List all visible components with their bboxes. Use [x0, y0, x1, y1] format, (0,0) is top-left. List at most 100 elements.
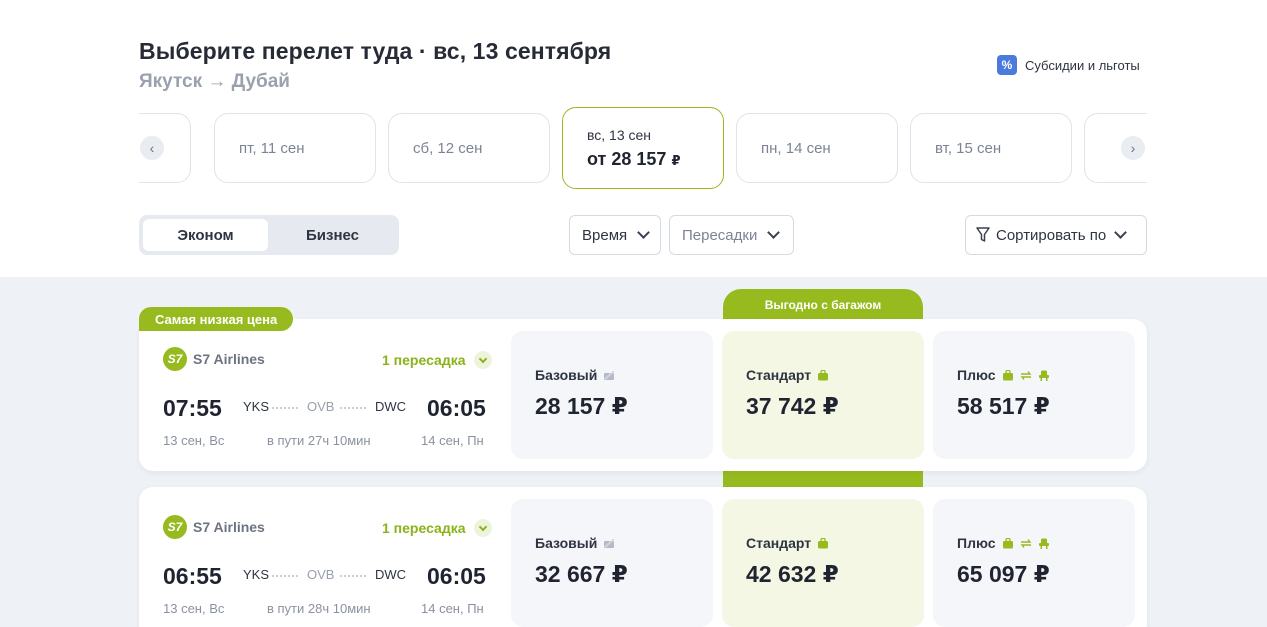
date-card[interactable]: вт, 15 сен [910, 113, 1072, 183]
fare-name-text: Базовый [535, 367, 598, 383]
route-from: Якутск [139, 71, 203, 92]
seat-icon [1038, 538, 1049, 549]
subsidy-label: Субсидии и льготы [1025, 57, 1140, 73]
route: Якутск → Дубай [139, 71, 290, 93]
percent-icon: % [997, 55, 1017, 75]
date-label: вс, 13 сен [587, 126, 652, 143]
page-title: Выберите перелет туда · вс, 13 сентября [139, 38, 612, 64]
date-card[interactable]: сб, 12 сен [388, 113, 550, 183]
flight-card[interactable]: S7 S7 Airlines 1 пересадка 07:55 YKS OVB… [139, 319, 1147, 471]
route-to: Дубай [231, 71, 290, 92]
exchange-icon [1020, 538, 1031, 548]
duration: в пути 28ч 10мин [267, 601, 371, 616]
date-label: сб, 12 сен [413, 139, 483, 157]
destination-code: DWC [375, 399, 407, 414]
price-prefix: от [587, 148, 607, 169]
seat-icon [1038, 370, 1049, 381]
s7-logo-icon: S7 [163, 347, 187, 371]
lowest-price-badge: Самая низкая цена [139, 307, 294, 331]
airline: S7 S7 Airlines [163, 515, 265, 539]
fare-name-text: Стандарт [746, 367, 812, 383]
time-filter[interactable]: Время [569, 215, 661, 255]
price-value: 28 157 [611, 148, 667, 169]
stops-toggle[interactable]: 1 пересадка [382, 519, 492, 537]
date-label: вт, 15 сен [935, 139, 1002, 157]
fare-name-text: Базовый [535, 535, 598, 551]
fare-name-text: Плюс [957, 535, 996, 551]
fare-basic[interactable]: Базовый 28 157 ₽ [511, 331, 713, 459]
fare-price: 28 157 ₽ [535, 393, 628, 419]
fare-basic[interactable]: Базовый 32 667 ₽ [511, 499, 713, 627]
subsidy-link[interactable]: % Субсидии и льготы [997, 55, 1140, 75]
top-panel: Выберите перелет туда · вс, 13 сентября … [0, 0, 1267, 277]
route-dots [272, 575, 298, 577]
baggage-icon [1002, 369, 1013, 380]
flight-card[interactable]: S7 S7 Airlines 1 пересадка 06:55 YKS OVB… [139, 487, 1147, 627]
via-code: OVB [307, 399, 335, 414]
arrival-date: 14 сен, Пн [421, 601, 484, 616]
transfers-filter[interactable]: Пересадки [669, 215, 794, 255]
chevron-down-icon [473, 351, 492, 369]
baggage-icon [818, 369, 829, 380]
fare-plus[interactable]: Плюс 58 517 ₽ [933, 331, 1135, 459]
date-card[interactable]: пн, 14 сен [736, 113, 898, 183]
chevron-down-icon [473, 519, 492, 537]
airline-name: S7 Airlines [193, 351, 265, 367]
departure-date: 13 сен, Вс [163, 601, 225, 616]
airline-name: S7 Airlines [193, 519, 265, 535]
sort-dropdown[interactable]: Сортировать по [965, 215, 1147, 255]
fare-name: Базовый [535, 535, 713, 551]
arrival-date: 14 сен, Пн [421, 433, 484, 448]
filter-icon [976, 227, 990, 242]
date-carousel: ‹ пт, 11 сен сб, 12 сен вс, 13 сен от 28… [139, 107, 1147, 189]
no-baggage-icon [603, 369, 616, 381]
currency: ₽ [671, 152, 681, 168]
date-card-selected[interactable]: вс, 13 сен от 28 157 ₽ [562, 107, 724, 189]
date-label: пн, 14 сен [761, 139, 831, 157]
stops-label: 1 пересадка [382, 352, 466, 368]
stops-toggle[interactable]: 1 пересадка [382, 351, 492, 369]
departure-time: 06:55 [163, 563, 222, 589]
fare-name-text: Плюс [957, 367, 996, 383]
fare-name: Плюс [957, 535, 1135, 551]
fare-standard[interactable]: Стандарт 37 742 ₽ [722, 331, 924, 459]
baggage-icon [1002, 537, 1013, 548]
transfers-filter-label: Пересадки [682, 226, 758, 244]
fare-name: Базовый [535, 367, 713, 383]
departure-time: 07:55 [163, 395, 222, 421]
origin-code: YKS [243, 567, 270, 582]
fare-name: Стандарт [746, 535, 924, 551]
chevron-right-icon[interactable]: › [1121, 136, 1145, 160]
chevron-down-icon [767, 226, 781, 239]
exchange-icon [1020, 370, 1031, 380]
fare-price: 58 517 ₽ [957, 393, 1050, 419]
chevron-down-icon [1114, 226, 1128, 239]
chevron-down-icon [637, 226, 650, 239]
fare-standard[interactable]: Стандарт 42 632 ₽ [722, 499, 924, 627]
duration: в пути 27ч 10мин [267, 433, 371, 448]
sort-label: Сортировать по [996, 226, 1107, 244]
route-dots [272, 407, 298, 409]
fare-price: 32 667 ₽ [535, 561, 628, 587]
destination-code: DWC [375, 567, 407, 582]
fare-price: 65 097 ₽ [957, 561, 1050, 587]
date-price: от 28 157 ₽ [587, 149, 723, 170]
date-card[interactable]: пт, 11 сен [214, 113, 376, 183]
tab-economy[interactable]: Эконом [143, 219, 268, 251]
fare-plus[interactable]: Плюс 65 097 ₽ [933, 499, 1135, 627]
route-dots [340, 407, 366, 409]
cabin-toggle: Эконом Бизнес [139, 215, 399, 255]
time-filter-label: Время [582, 226, 628, 244]
s7-logo-icon: S7 [163, 515, 187, 539]
route-dots [340, 575, 366, 577]
no-baggage-icon [603, 537, 616, 549]
via-code: OVB [307, 567, 335, 582]
chevron-left-icon[interactable]: ‹ [140, 136, 164, 160]
origin-code: YKS [243, 399, 270, 414]
fare-name-text: Стандарт [746, 535, 812, 551]
departure-date: 13 сен, Вс [163, 433, 225, 448]
baggage-icon [818, 537, 829, 548]
tab-business[interactable]: Бизнес [270, 219, 395, 251]
fare-price: 42 632 ₽ [746, 561, 839, 587]
date-label: пт, 11 сен [239, 139, 305, 157]
